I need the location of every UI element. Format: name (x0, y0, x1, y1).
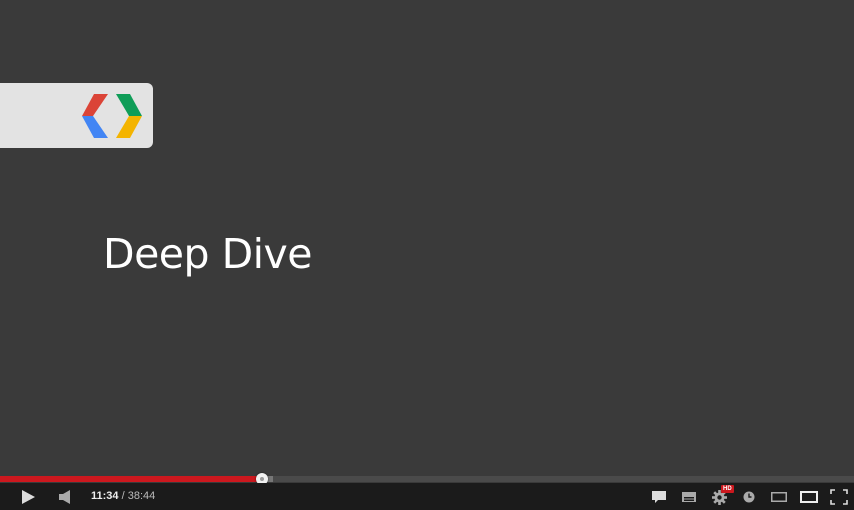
progress-bar[interactable] (0, 473, 854, 485)
small-player-button[interactable] (769, 489, 789, 505)
annotations-icon (652, 490, 666, 503)
small-player-icon (771, 492, 787, 502)
progress-played (0, 476, 258, 482)
large-player-button[interactable] (798, 488, 820, 506)
play-button[interactable] (18, 489, 38, 505)
watch-later-button[interactable] (741, 489, 757, 505)
play-icon (22, 490, 35, 504)
chrome-devtools-logo-icon (82, 94, 142, 138)
watch-later-icon (743, 491, 755, 503)
current-time: 11:34 (91, 490, 119, 502)
player-controls: 11:34 / 38:44 HD (0, 483, 854, 510)
volume-icon (59, 490, 70, 504)
duration: 38:44 (127, 490, 156, 502)
fullscreen-icon (830, 489, 848, 505)
progress-track[interactable] (0, 473, 854, 485)
large-player-icon (800, 491, 818, 503)
fullscreen-button[interactable] (829, 488, 849, 506)
annotations-button[interactable] (650, 489, 668, 505)
mute-button[interactable] (56, 489, 74, 505)
video-area[interactable]: Deep Dive (0, 0, 854, 474)
time-separator: / (118, 490, 128, 502)
slide-title: Deep Dive (103, 230, 313, 278)
captions-button[interactable] (680, 489, 698, 505)
time-display: 11:34 / 38:44 (91, 490, 155, 502)
captions-icon (682, 492, 696, 502)
hd-badge: HD (721, 485, 734, 493)
